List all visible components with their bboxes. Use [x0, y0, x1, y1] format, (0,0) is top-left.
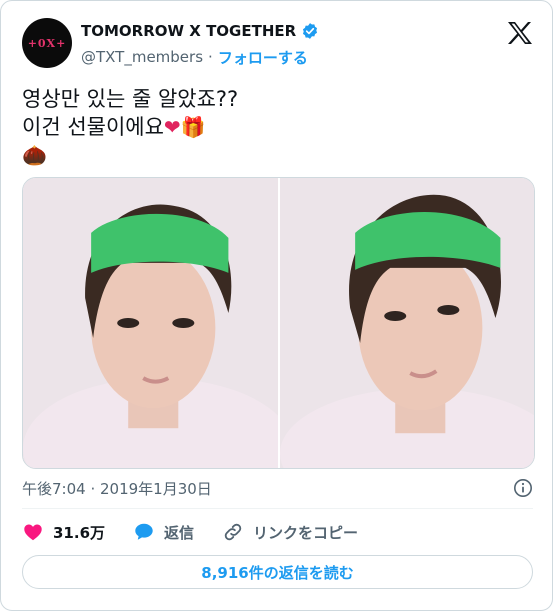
- chestnut-emoji: 🌰: [22, 143, 47, 167]
- reply-label: 返信: [164, 523, 195, 542]
- action-bar: 31.6万 返信 リンクをコピー: [22, 519, 358, 545]
- gift-emoji: 🎁: [180, 115, 206, 139]
- media-grid: [22, 177, 535, 469]
- reply-bubble-icon: [135, 523, 153, 540]
- read-replies-button[interactable]: 8,916件の返信を読む: [22, 555, 533, 589]
- tweet-line-1: 영상만 있는 줄 알았죠??: [22, 87, 239, 111]
- photo-1[interactable]: [23, 178, 278, 468]
- likes-count: 31.6万: [53, 523, 106, 542]
- timestamp[interactable]: 午後7:04 · 2019年1月30日: [22, 478, 212, 499]
- display-name[interactable]: TOMORROW X TOGETHER: [81, 22, 296, 40]
- heart-emoji: ❤: [163, 115, 181, 139]
- info-icon[interactable]: [513, 478, 533, 498]
- timestamp-row: 午後7:04 · 2019年1月30日: [22, 476, 533, 500]
- verified-badge-icon: [303, 23, 318, 39]
- copy-link-button[interactable]: リンクをコピー: [222, 521, 358, 543]
- photo-2-image: [279, 178, 534, 468]
- author-name-row: TOMORROW X TOGETHER: [81, 20, 319, 42]
- reply-button[interactable]: 返信: [133, 521, 194, 543]
- avatar[interactable]: +0X+: [22, 18, 72, 68]
- follow-button[interactable]: フォローする: [218, 47, 308, 68]
- tweet-text: 영상만 있는 줄 알았죠?? 이건 선물이에요❤🎁 🌰: [22, 85, 532, 169]
- tweet-line-2-text: 이건 선물이에요: [22, 115, 164, 139]
- author-handle[interactable]: @TXT_members: [81, 48, 203, 66]
- divider: [22, 508, 533, 509]
- separator-dot: ·: [208, 48, 213, 66]
- tweet-card: +0X+ TOMORROW X TOGETHER @TXT_members · …: [0, 0, 553, 611]
- like-button[interactable]: 31.6万: [22, 521, 105, 543]
- heart-icon: [24, 524, 42, 541]
- avatar-logo: +0X+: [27, 36, 67, 50]
- photo-2[interactable]: [279, 178, 534, 468]
- x-logo-icon[interactable]: [507, 21, 533, 45]
- author-handle-row: @TXT_members · フォローする: [81, 47, 308, 67]
- photo-1-image: [23, 178, 278, 468]
- tweet-line-3: 🌰: [22, 141, 532, 169]
- copy-link-label: リンクをコピー: [253, 523, 359, 542]
- link-icon: [224, 523, 242, 541]
- tweet-line-2: 이건 선물이에요❤🎁: [22, 113, 532, 141]
